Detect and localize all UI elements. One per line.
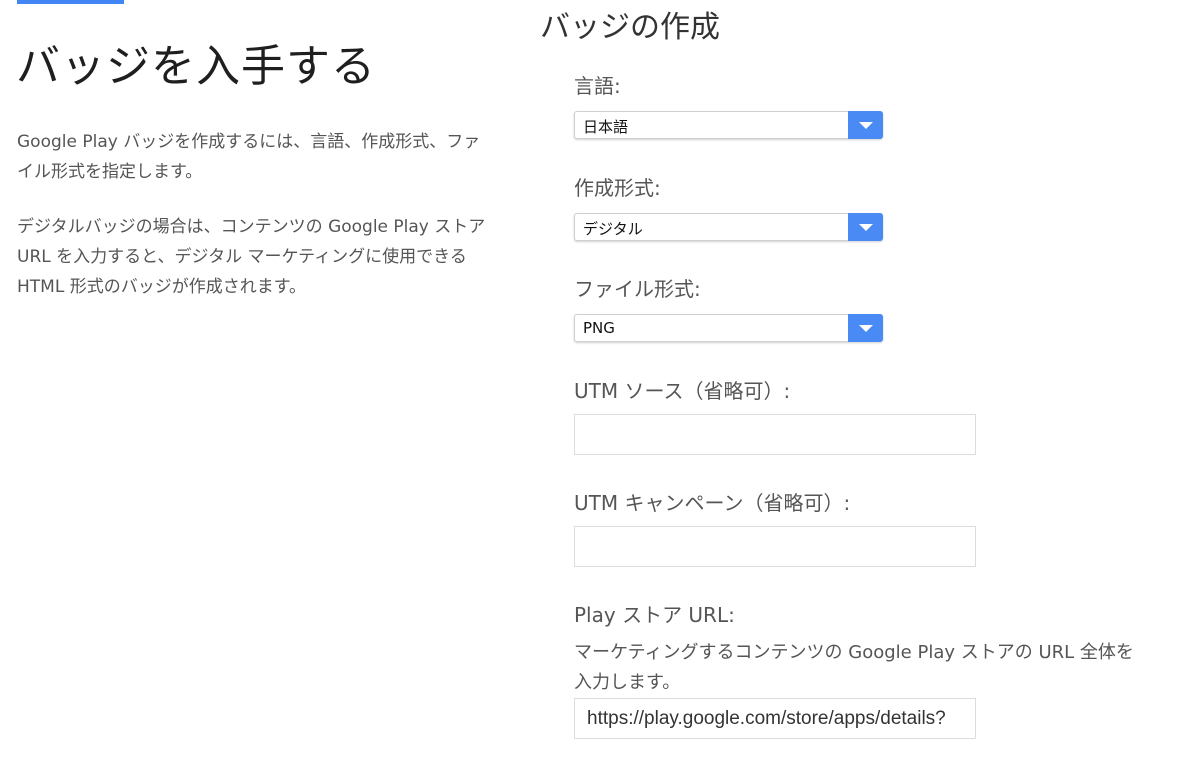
format-select[interactable]: デジタル bbox=[574, 213, 883, 241]
file-type-select-value: PNG bbox=[583, 319, 615, 337]
intro-paragraph: Google Play バッジを作成するには、言語、作成形式、ファイル形式を指定… bbox=[17, 132, 481, 182]
utm-source-input[interactable] bbox=[574, 414, 976, 455]
language-select-value: 日本語 bbox=[583, 118, 629, 136]
play-url-help-text: マーケティングするコンテンツの Google Play ストアの URL 全体を… bbox=[574, 642, 1134, 693]
page-title: バッジを入手する bbox=[16, 41, 376, 92]
digital-badge-paragraph: デジタルバッジの場合は、コンテンツの Google Play ストア URL を… bbox=[17, 217, 486, 297]
format-label: 作成形式: bbox=[574, 176, 661, 200]
badge-form-title: バッジの作成 bbox=[540, 10, 720, 45]
file-type-select[interactable]: PNG bbox=[574, 314, 883, 342]
file-type-label: ファイル形式: bbox=[574, 277, 701, 301]
chevron-down-icon bbox=[848, 314, 883, 342]
language-label: 言語: bbox=[574, 74, 621, 98]
format-select-value: デジタル bbox=[583, 220, 643, 238]
play-url-input[interactable] bbox=[574, 698, 976, 739]
chevron-down-icon bbox=[848, 111, 883, 139]
play-url-label: Play ストア URL: bbox=[574, 603, 735, 627]
top-accent-bar bbox=[17, 0, 124, 4]
language-select[interactable]: 日本語 bbox=[574, 111, 883, 139]
utm-source-label: UTM ソース（省略可）: bbox=[574, 379, 791, 403]
utm-campaign-input[interactable] bbox=[574, 526, 976, 567]
utm-campaign-label: UTM キャンペーン（省略可）: bbox=[574, 491, 851, 515]
chevron-down-icon bbox=[848, 213, 883, 241]
